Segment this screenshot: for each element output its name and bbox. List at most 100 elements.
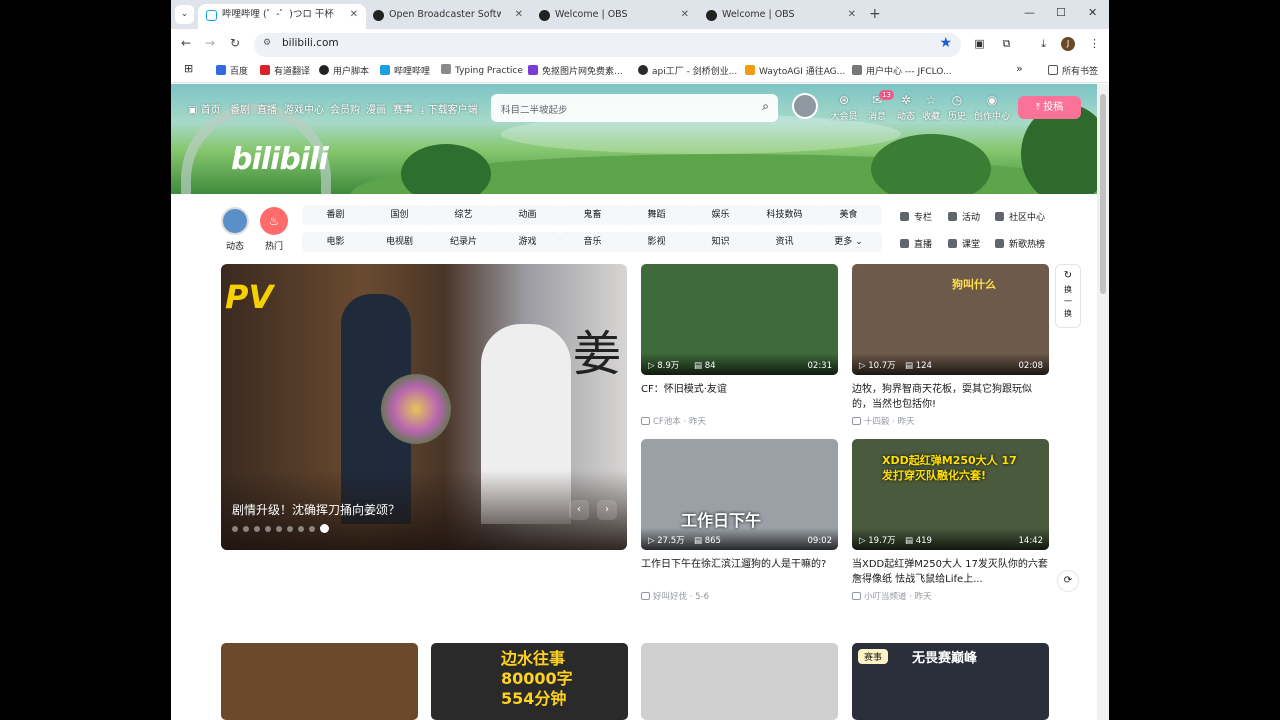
tab-obs-welcome-1[interactable]: Welcome | OBS ✕ [531, 4, 697, 29]
side-link-classroom[interactable]: 课堂 [948, 237, 980, 250]
nav-game-center[interactable]: 游戏中心 [284, 101, 324, 116]
video-card[interactable]: ▷ 8.9万 ▤ 84 02:31 CF：怀旧模式·友谊 CF池本 · 昨天 [641, 264, 838, 427]
reload-icon[interactable]: ↻ [230, 36, 240, 50]
category-4[interactable]: 鬼畜 [559, 205, 626, 225]
page-scrollbar[interactable] [1097, 84, 1109, 720]
apps-grid-icon[interactable]: ⊞ [184, 62, 193, 75]
upload-button[interactable]: ⤒ 投稿 [1018, 96, 1081, 119]
replay-icon[interactable]: ⟳ [1057, 570, 1079, 592]
nav-esports[interactable]: 赛事 [393, 101, 413, 116]
uploader-name[interactable]: CF池本 [653, 417, 681, 427]
hero-carousel[interactable]: PV 姜 剧情升级！沈确挥刀捅向姜颂？ ‹ › [221, 264, 627, 550]
carousel-dot[interactable] [265, 526, 271, 532]
close-window-icon[interactable]: ✕ [1088, 6, 1097, 19]
nav-live[interactable]: 直播 [257, 101, 277, 116]
search-box[interactable]: 科目二半坡起步 ⌕ [491, 94, 778, 122]
bookmark-image-site[interactable]: 免抠图片网免费素... [528, 64, 623, 77]
carousel-dot[interactable] [232, 526, 238, 532]
history-link[interactable]: ◷ 历史 [942, 93, 972, 122]
category-6[interactable]: 娱乐 [687, 205, 754, 225]
nav-home[interactable]: ▣ 首页 [188, 101, 221, 116]
video-card[interactable]: 狗叫什么 ▷ 10.7万 ▤ 124 02:08 边牧，狗界智商天花板，耍其它狗… [852, 264, 1049, 427]
bookmarks-overflow-icon[interactable]: » [1016, 62, 1023, 75]
video-thumbnail[interactable]: 工作日下午 ▷ 27.5万 ▤ 865 09:02 [641, 439, 838, 550]
category-10[interactable]: 电视剧 [366, 232, 433, 252]
category-16[interactable]: 资讯 [751, 232, 818, 252]
browser-menu-icon[interactable]: ⋮ [1088, 37, 1101, 50]
video-title[interactable]: 工作日下午在徐汇滨江遛狗的人是干嘛的? [641, 557, 838, 587]
carousel-dot[interactable] [320, 524, 329, 533]
bookmark-typing-practice[interactable]: Typing Practice [441, 64, 523, 76]
bookmark-jfcloud[interactable]: 用户中心 --- JFCLO... [852, 64, 952, 77]
bookmark-star-icon[interactable]: ★ [939, 35, 952, 51]
scrollbar-thumb[interactable] [1100, 94, 1106, 294]
nav-download-client[interactable]: ⤓ 下载客户端 [420, 101, 478, 116]
carousel-dots[interactable] [232, 517, 334, 536]
side-link-hot-songs[interactable]: 新歌热榜 [995, 237, 1045, 250]
side-link-activity[interactable]: 活动 [948, 210, 980, 223]
category-5[interactable]: 舞蹈 [623, 205, 690, 225]
maximize-icon[interactable]: ☐ [1056, 6, 1066, 19]
all-bookmarks-folder[interactable]: 所有书签 [1048, 64, 1098, 77]
category-11[interactable]: 纪录片 [430, 232, 497, 252]
category-13[interactable]: 音乐 [559, 232, 626, 252]
carousel-dot[interactable] [287, 526, 293, 532]
bookmark-api-factory[interactable]: api工厂 - 剑桥创业... [638, 64, 737, 77]
minimize-icon[interactable]: — [1024, 6, 1035, 19]
video-thumbnail[interactable]: ▷ 8.9万 ▤ 84 02:31 [641, 264, 838, 375]
new-tab-plus-icon[interactable]: + [869, 6, 881, 22]
hot-channel-label[interactable]: 热门 [259, 239, 289, 252]
user-avatar[interactable] [792, 93, 818, 119]
category-2[interactable]: 综艺 [430, 205, 497, 225]
bookmark-youdao[interactable]: 有道翻译 [260, 64, 310, 77]
video-thumbnail[interactable]: XDD起红弹M250大人 17发打穿灭队融化六套! ▷ 19.7万 ▤ 419 … [852, 439, 1049, 550]
carousel-title[interactable]: 剧情升级！沈确挥刀捅向姜颂？ [232, 501, 400, 518]
video-thumbnail[interactable] [221, 643, 418, 720]
carousel-dot[interactable] [298, 526, 304, 532]
back-arrow-icon[interactable]: ← [181, 36, 191, 50]
category-17[interactable]: 更多 ⌄ [815, 232, 882, 252]
carousel-dot[interactable] [254, 526, 260, 532]
close-tab-icon[interactable]: ✕ [681, 4, 689, 26]
bilibili-logo[interactable]: bilibili [231, 142, 329, 177]
uploader-name[interactable]: 好叫好伐 [653, 592, 687, 602]
profile-avatar[interactable]: J [1061, 37, 1075, 51]
search-input[interactable]: 科目二半坡起步 [501, 102, 568, 116]
bookmark-baidu[interactable]: 百度 [216, 64, 248, 77]
video-title[interactable]: 当XDD起红弹M250大人 17发灭队你的六套詹得像纸 怯战飞鼠给Life上..… [852, 557, 1049, 587]
carousel-prev-icon[interactable]: ‹ [569, 500, 589, 520]
hot-flame-icon[interactable]: ♨ [260, 207, 288, 235]
creator-center-link[interactable]: ◉ 创作中心 [973, 93, 1011, 122]
url-text[interactable]: bilibili.com [282, 37, 339, 49]
site-info-icon[interactable]: ⚙ [263, 38, 275, 50]
messages-link[interactable]: ✉ 13 消息 [862, 90, 894, 122]
uploader-name[interactable]: 十四毅 [864, 417, 890, 427]
refresh-button[interactable]: ↻ 换一换 [1055, 264, 1081, 328]
category-0[interactable]: 番剧 [302, 205, 369, 225]
close-tab-icon[interactable]: ✕ [515, 4, 523, 26]
tab-search-chevron-icon[interactable]: ⌄ [175, 5, 194, 24]
category-1[interactable]: 国创 [366, 205, 433, 225]
dynamic-avatar[interactable] [221, 207, 249, 235]
video-card[interactable]: 工作日下午 ▷ 27.5万 ▤ 865 09:02 工作日下午在徐汇滨江遛狗的人… [641, 439, 838, 602]
video-title[interactable]: CF：怀旧模式·友谊 [641, 382, 838, 412]
forward-arrow-icon[interactable]: → [205, 36, 215, 50]
carousel-dot[interactable] [243, 526, 249, 532]
carousel-dot[interactable] [309, 526, 315, 532]
video-thumbnail[interactable]: 无畏赛巅峰 赛事 [852, 643, 1049, 720]
side-link-community[interactable]: 社区中心 [995, 210, 1045, 223]
vip-link[interactable]: ⊛ 大会员 [829, 93, 859, 122]
video-card[interactable]: XDD起红弹M250大人 17发打穿灭队融化六套! ▷ 19.7万 ▤ 419 … [852, 439, 1049, 602]
category-3[interactable]: 动画 [494, 205, 561, 225]
close-tab-icon[interactable]: ✕ [848, 4, 856, 26]
video-thumbnail[interactable] [641, 643, 838, 720]
tab-obs-software[interactable]: Open Broadcaster Software | ✕ [365, 4, 531, 29]
extensions-puzzle-icon[interactable]: ⧉ [1000, 37, 1013, 50]
side-link-live[interactable]: 直播 [900, 237, 932, 250]
bookmark-waytoagi[interactable]: WaytoAGI 通往AG... [745, 64, 845, 77]
category-7[interactable]: 科技数码 [751, 205, 818, 225]
category-9[interactable]: 电影 [302, 232, 369, 252]
category-14[interactable]: 影视 [623, 232, 690, 252]
nav-anime[interactable]: 番剧 [230, 101, 250, 116]
nav-manga[interactable]: 漫画 [366, 101, 386, 116]
